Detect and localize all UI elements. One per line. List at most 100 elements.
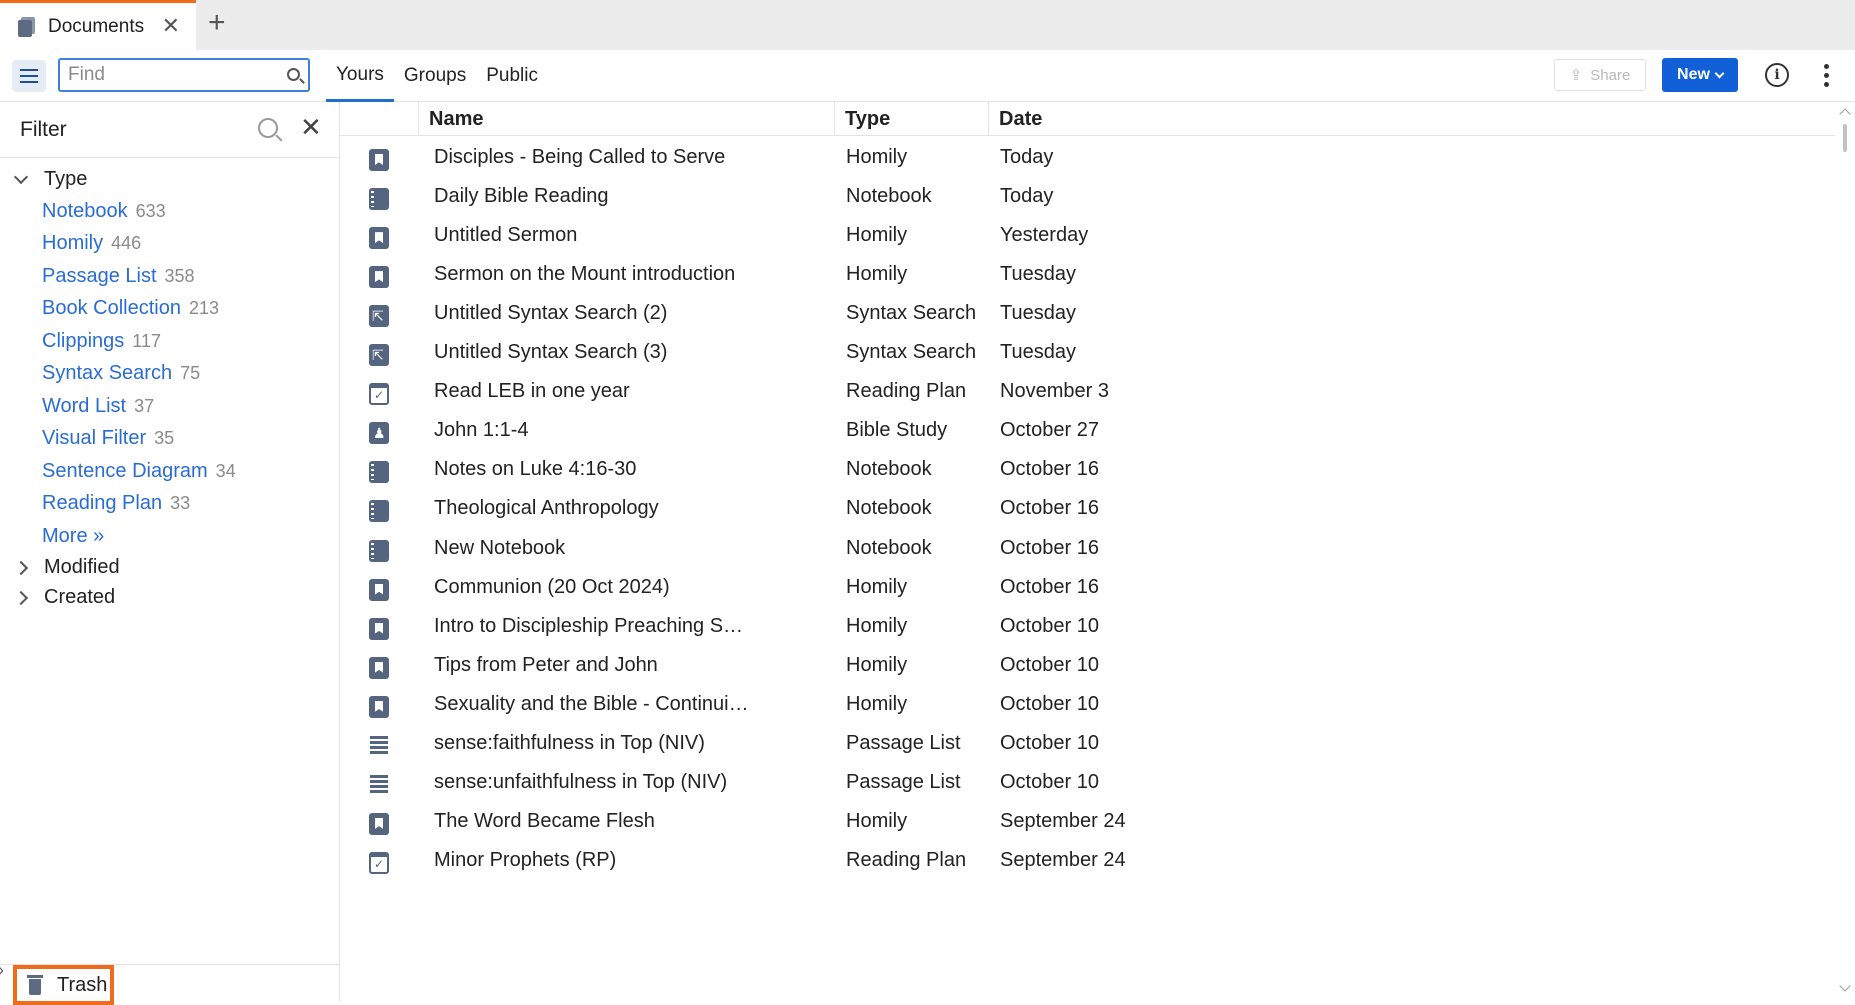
- notebook-icon: [369, 500, 389, 523]
- tab-groups[interactable]: Groups: [394, 50, 476, 102]
- tab-documents[interactable]: Documents ✕: [0, 0, 196, 50]
- document-name: Intro to Discipleship Preaching Series: [434, 614, 752, 637]
- table-row[interactable]: Theological Anthropology Notebook October …: [340, 491, 1835, 530]
- document-name: Untitled Sermon: [434, 224, 578, 247]
- close-filter-icon[interactable]: ✕: [300, 114, 322, 140]
- document-type: Notebook: [846, 536, 932, 559]
- filter-item-notebook[interactable]: Notebook 633: [42, 200, 166, 223]
- close-icon[interactable]: ✕: [162, 15, 180, 37]
- document-name: Untitled Syntax Search (2): [434, 302, 668, 325]
- table-row[interactable]: sense:faithfulness in Top (NIV) Passage L…: [340, 726, 1835, 765]
- filter-item-sentence-diagram[interactable]: Sentence Diagram 34: [42, 460, 236, 483]
- collapse-sidebar-icon[interactable]: ›: [0, 960, 4, 981]
- filter-item-clippings[interactable]: Clippings 117: [42, 330, 161, 353]
- more-link[interactable]: More »: [42, 525, 104, 548]
- document-name: Communion (20 Oct 2024): [434, 575, 670, 598]
- document-name: Minor Prophets (RP): [434, 848, 617, 871]
- column-date[interactable]: Date: [988, 102, 1835, 136]
- document-date: October 10: [1000, 653, 1099, 676]
- column-name[interactable]: Name: [418, 102, 774, 136]
- table-row[interactable]: New Notebook Notebook October 16: [340, 531, 1835, 570]
- trash-bar: Trash: [0, 964, 340, 1005]
- table-row[interactable]: Disciples - Being Called to Serve Homily T…: [340, 140, 1835, 179]
- menu-button[interactable]: [12, 60, 46, 92]
- chevron-down-icon: [13, 169, 29, 184]
- documents-table: Name Type Date Disciples - Being Called …: [340, 102, 1835, 1002]
- homily-icon: [369, 578, 389, 601]
- filter-item-reading-plan[interactable]: Reading Plan 33: [42, 492, 190, 515]
- filter-item-visual-filter[interactable]: Visual Filter 35: [42, 427, 174, 450]
- table-row[interactable]: Sermon on the Mount introduction Homily Tu…: [340, 257, 1835, 296]
- search-input[interactable]: [60, 60, 270, 90]
- document-type: Syntax Search: [846, 302, 977, 325]
- filter-item-passage-list[interactable]: Passage List 358: [42, 265, 195, 288]
- document-name: The Word Became Flesh: [434, 809, 655, 832]
- column-type[interactable]: Type: [834, 102, 988, 136]
- chevron-down-icon: [1714, 68, 1725, 78]
- document-name: sense:unfaithfulness in Top (NIV): [434, 770, 728, 793]
- document-type: Passage List: [846, 770, 961, 793]
- filter-group-label: Created: [44, 586, 116, 608]
- tab-yours[interactable]: Yours: [326, 50, 394, 102]
- document-date: October 16: [1000, 497, 1099, 520]
- homily-icon: [369, 695, 389, 718]
- filter-item-word-list[interactable]: Word List 37: [42, 395, 154, 418]
- table-row[interactable]: Untitled Syntax Search (3) Syntax Search T…: [340, 335, 1835, 374]
- table-row[interactable]: Minor Prophets (RP) Reading Plan September…: [340, 843, 1835, 882]
- homily-icon: [369, 656, 389, 679]
- search-icon[interactable]: [287, 68, 300, 81]
- documents-icon: [18, 16, 36, 37]
- filter-group-type[interactable]: Type: [13, 168, 87, 191]
- document-date: Today: [1000, 146, 1054, 168]
- document-type: Homily: [846, 653, 908, 676]
- table-row[interactable]: John 1:1-4 Bible Study October 27: [340, 413, 1835, 452]
- filter-group-label: Modified: [44, 556, 120, 578]
- scroll-thumb[interactable]: [1843, 124, 1847, 152]
- scroll-up-icon[interactable]: [1839, 108, 1851, 120]
- table-row[interactable]: Untitled Syntax Search (2) Syntax Search T…: [340, 296, 1835, 335]
- filter-group-modified[interactable]: Modified: [13, 556, 120, 579]
- share-button[interactable]: ⇪ Share: [1554, 59, 1646, 91]
- document-name: Read LEB in one year: [434, 380, 630, 403]
- table-row[interactable]: sense:unfaithfulness in Top (NIV) Passage…: [340, 765, 1835, 804]
- new-button[interactable]: New: [1662, 58, 1738, 92]
- info-icon[interactable]: i: [1765, 63, 1789, 87]
- document-type: Syntax Search: [846, 341, 977, 364]
- trash-icon: [27, 975, 43, 995]
- notebook-icon: [369, 539, 389, 562]
- vertical-scrollbar[interactable]: [1835, 102, 1855, 1002]
- more-options-icon[interactable]: [1821, 62, 1831, 90]
- new-label: New: [1677, 66, 1710, 83]
- document-date: September 24: [1000, 809, 1126, 832]
- table-row[interactable]: Read LEB in one year Reading Plan November…: [340, 374, 1835, 413]
- passage-icon: [369, 774, 389, 796]
- table-row[interactable]: Intro to Discipleship Preaching Series Ho…: [340, 609, 1835, 648]
- trash-button[interactable]: Trash: [13, 965, 114, 1005]
- search-box: [58, 58, 310, 92]
- filter-search-icon[interactable]: [258, 118, 278, 138]
- document-type: Passage List: [846, 731, 961, 754]
- table-row[interactable]: Notes on Luke 4:16-30 Notebook October 16: [340, 452, 1835, 491]
- filter-item-book-collection[interactable]: Book Collection 213: [42, 297, 219, 320]
- filter-item-syntax-search[interactable]: Syntax Search 75: [42, 362, 200, 385]
- add-tab-icon[interactable]: +: [208, 8, 226, 38]
- document-type: Reading Plan: [846, 380, 967, 403]
- scroll-down-icon[interactable]: [1839, 980, 1851, 992]
- document-name: John 1:1-4: [434, 419, 529, 442]
- tab-public[interactable]: Public: [476, 50, 548, 102]
- share-icon: ⇪: [1569, 67, 1583, 84]
- filter-sidebar: Filter ✕ Type Notebook 633 Homily 446 Pass…: [0, 102, 340, 1005]
- document-name: Disciples - Being Called to Serve: [434, 146, 726, 168]
- document-date: October 10: [1000, 614, 1099, 637]
- filter-item-homily[interactable]: Homily 446: [42, 232, 141, 255]
- table-row[interactable]: Sexuality and the Bible - Continuing the…: [340, 687, 1835, 726]
- table-row[interactable]: Tips from Peter and John Homily October 10: [340, 648, 1835, 687]
- document-type: Homily: [846, 809, 908, 832]
- filter-group-created[interactable]: Created: [13, 586, 116, 609]
- document-date: Tuesday: [1000, 263, 1076, 286]
- table-row[interactable]: Untitled Sermon Homily Yesterday: [340, 218, 1835, 257]
- table-row[interactable]: Communion (20 Oct 2024) Homily October 16: [340, 570, 1835, 609]
- table-row[interactable]: Daily Bible Reading Notebook Today: [340, 179, 1835, 218]
- document-date: October 10: [1000, 731, 1099, 754]
- table-row[interactable]: The Word Became Flesh Homily September 24: [340, 804, 1835, 843]
